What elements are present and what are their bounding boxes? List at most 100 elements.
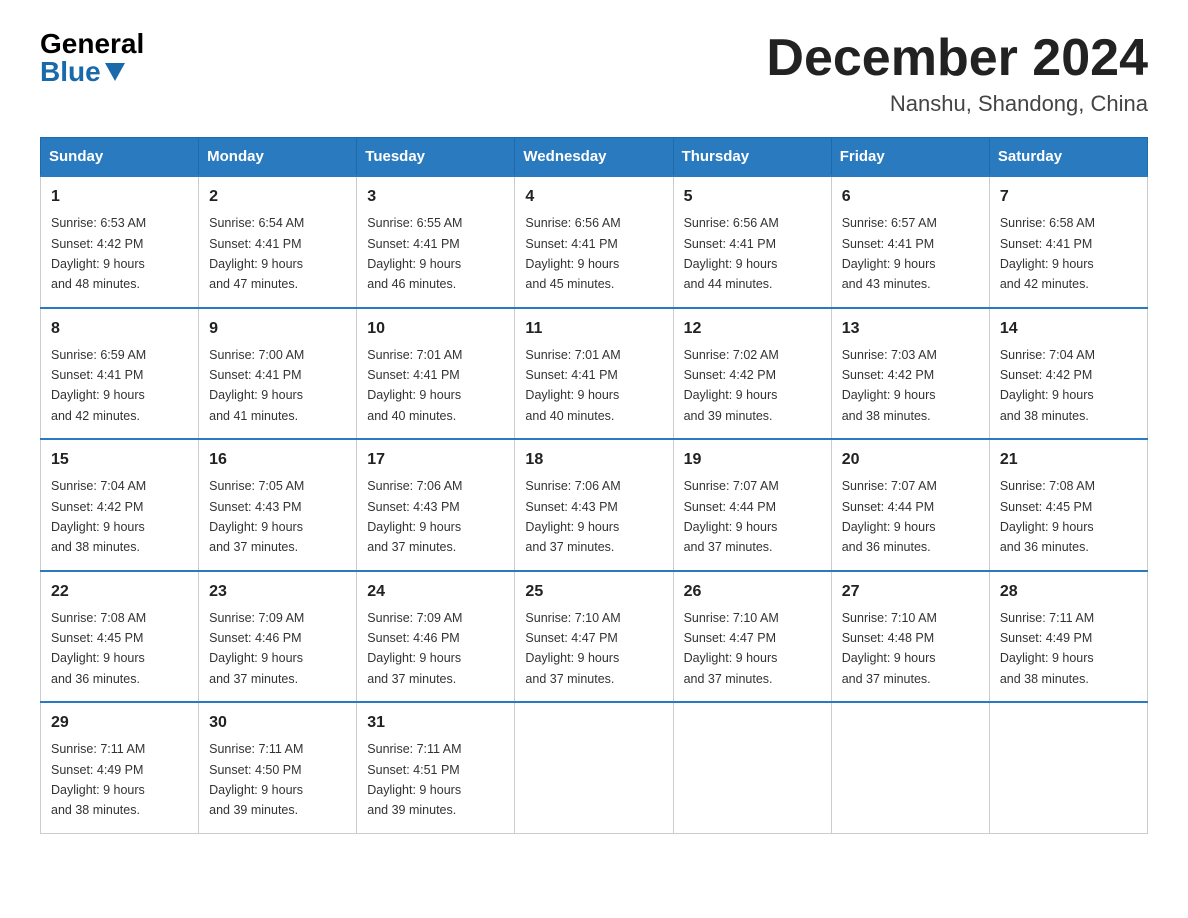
day-number: 21 <box>1000 448 1137 472</box>
day-number: 19 <box>684 448 821 472</box>
day-info: Sunrise: 6:55 AMSunset: 4:41 PMDaylight:… <box>367 216 462 291</box>
weekday-header-row: Sunday Monday Tuesday Wednesday Thursday… <box>41 138 1148 177</box>
table-row: 6 Sunrise: 6:57 AMSunset: 4:41 PMDayligh… <box>831 176 989 308</box>
day-number: 11 <box>525 317 662 341</box>
day-info: Sunrise: 7:06 AMSunset: 4:43 PMDaylight:… <box>367 479 462 554</box>
day-number: 13 <box>842 317 979 341</box>
day-info: Sunrise: 7:10 AMSunset: 4:47 PMDaylight:… <box>684 611 779 686</box>
day-info: Sunrise: 7:09 AMSunset: 4:46 PMDaylight:… <box>367 611 462 686</box>
day-info: Sunrise: 7:11 AMSunset: 4:49 PMDaylight:… <box>51 742 145 817</box>
day-info: Sunrise: 7:04 AMSunset: 4:42 PMDaylight:… <box>51 479 146 554</box>
day-number: 17 <box>367 448 504 472</box>
day-number: 25 <box>525 580 662 604</box>
day-number: 15 <box>51 448 188 472</box>
header-tuesday: Tuesday <box>357 138 515 177</box>
table-row: 11 Sunrise: 7:01 AMSunset: 4:41 PMDaylig… <box>515 308 673 440</box>
day-number: 23 <box>209 580 346 604</box>
day-number: 26 <box>684 580 821 604</box>
table-row: 9 Sunrise: 7:00 AMSunset: 4:41 PMDayligh… <box>199 308 357 440</box>
day-number: 29 <box>51 711 188 735</box>
day-info: Sunrise: 7:06 AMSunset: 4:43 PMDaylight:… <box>525 479 620 554</box>
day-number: 12 <box>684 317 821 341</box>
day-number: 1 <box>51 185 188 209</box>
table-row: 4 Sunrise: 6:56 AMSunset: 4:41 PMDayligh… <box>515 176 673 308</box>
table-row: 18 Sunrise: 7:06 AMSunset: 4:43 PMDaylig… <box>515 439 673 571</box>
table-row: 14 Sunrise: 7:04 AMSunset: 4:42 PMDaylig… <box>989 308 1147 440</box>
day-info: Sunrise: 6:57 AMSunset: 4:41 PMDaylight:… <box>842 216 937 291</box>
day-number: 27 <box>842 580 979 604</box>
table-row: 27 Sunrise: 7:10 AMSunset: 4:48 PMDaylig… <box>831 571 989 703</box>
location-subtitle: Nanshu, Shandong, China <box>766 91 1148 117</box>
header-thursday: Thursday <box>673 138 831 177</box>
table-row: 3 Sunrise: 6:55 AMSunset: 4:41 PMDayligh… <box>357 176 515 308</box>
day-info: Sunrise: 7:03 AMSunset: 4:42 PMDaylight:… <box>842 348 937 423</box>
table-row: 26 Sunrise: 7:10 AMSunset: 4:47 PMDaylig… <box>673 571 831 703</box>
table-row: 10 Sunrise: 7:01 AMSunset: 4:41 PMDaylig… <box>357 308 515 440</box>
day-number: 31 <box>367 711 504 735</box>
table-row <box>831 702 989 833</box>
day-info: Sunrise: 7:07 AMSunset: 4:44 PMDaylight:… <box>842 479 937 554</box>
table-row: 2 Sunrise: 6:54 AMSunset: 4:41 PMDayligh… <box>199 176 357 308</box>
table-row: 24 Sunrise: 7:09 AMSunset: 4:46 PMDaylig… <box>357 571 515 703</box>
table-row <box>673 702 831 833</box>
table-row: 22 Sunrise: 7:08 AMSunset: 4:45 PMDaylig… <box>41 571 199 703</box>
day-number: 10 <box>367 317 504 341</box>
calendar-week-row: 22 Sunrise: 7:08 AMSunset: 4:45 PMDaylig… <box>41 571 1148 703</box>
day-number: 5 <box>684 185 821 209</box>
table-row: 16 Sunrise: 7:05 AMSunset: 4:43 PMDaylig… <box>199 439 357 571</box>
logo: General Blue <box>40 30 144 86</box>
table-row: 31 Sunrise: 7:11 AMSunset: 4:51 PMDaylig… <box>357 702 515 833</box>
day-info: Sunrise: 7:05 AMSunset: 4:43 PMDaylight:… <box>209 479 304 554</box>
day-number: 16 <box>209 448 346 472</box>
table-row: 19 Sunrise: 7:07 AMSunset: 4:44 PMDaylig… <box>673 439 831 571</box>
header-sunday: Sunday <box>41 138 199 177</box>
table-row: 1 Sunrise: 6:53 AMSunset: 4:42 PMDayligh… <box>41 176 199 308</box>
day-info: Sunrise: 7:09 AMSunset: 4:46 PMDaylight:… <box>209 611 304 686</box>
day-info: Sunrise: 6:59 AMSunset: 4:41 PMDaylight:… <box>51 348 146 423</box>
day-number: 7 <box>1000 185 1137 209</box>
header-friday: Friday <box>831 138 989 177</box>
day-number: 28 <box>1000 580 1137 604</box>
title-block: December 2024 Nanshu, Shandong, China <box>766 30 1148 117</box>
logo-triangle-icon <box>105 63 125 81</box>
table-row: 28 Sunrise: 7:11 AMSunset: 4:49 PMDaylig… <box>989 571 1147 703</box>
day-info: Sunrise: 6:58 AMSunset: 4:41 PMDaylight:… <box>1000 216 1095 291</box>
day-number: 4 <box>525 185 662 209</box>
calendar-week-row: 15 Sunrise: 7:04 AMSunset: 4:42 PMDaylig… <box>41 439 1148 571</box>
day-info: Sunrise: 7:08 AMSunset: 4:45 PMDaylight:… <box>51 611 146 686</box>
day-number: 3 <box>367 185 504 209</box>
day-info: Sunrise: 7:01 AMSunset: 4:41 PMDaylight:… <box>367 348 462 423</box>
day-number: 6 <box>842 185 979 209</box>
logo-blue-text: Blue <box>40 58 125 86</box>
day-info: Sunrise: 7:10 AMSunset: 4:48 PMDaylight:… <box>842 611 937 686</box>
header-wednesday: Wednesday <box>515 138 673 177</box>
day-info: Sunrise: 7:08 AMSunset: 4:45 PMDaylight:… <box>1000 479 1095 554</box>
day-number: 30 <box>209 711 346 735</box>
day-number: 20 <box>842 448 979 472</box>
day-info: Sunrise: 7:00 AMSunset: 4:41 PMDaylight:… <box>209 348 304 423</box>
table-row <box>989 702 1147 833</box>
day-info: Sunrise: 7:11 AMSunset: 4:49 PMDaylight:… <box>1000 611 1094 686</box>
day-number: 24 <box>367 580 504 604</box>
table-row: 30 Sunrise: 7:11 AMSunset: 4:50 PMDaylig… <box>199 702 357 833</box>
table-row: 17 Sunrise: 7:06 AMSunset: 4:43 PMDaylig… <box>357 439 515 571</box>
calendar-week-row: 1 Sunrise: 6:53 AMSunset: 4:42 PMDayligh… <box>41 176 1148 308</box>
header-saturday: Saturday <box>989 138 1147 177</box>
table-row: 7 Sunrise: 6:58 AMSunset: 4:41 PMDayligh… <box>989 176 1147 308</box>
day-info: Sunrise: 6:56 AMSunset: 4:41 PMDaylight:… <box>684 216 779 291</box>
day-number: 18 <box>525 448 662 472</box>
day-number: 22 <box>51 580 188 604</box>
table-row: 20 Sunrise: 7:07 AMSunset: 4:44 PMDaylig… <box>831 439 989 571</box>
table-row: 23 Sunrise: 7:09 AMSunset: 4:46 PMDaylig… <box>199 571 357 703</box>
day-info: Sunrise: 7:01 AMSunset: 4:41 PMDaylight:… <box>525 348 620 423</box>
day-info: Sunrise: 7:11 AMSunset: 4:50 PMDaylight:… <box>209 742 303 817</box>
table-row: 5 Sunrise: 6:56 AMSunset: 4:41 PMDayligh… <box>673 176 831 308</box>
table-row: 29 Sunrise: 7:11 AMSunset: 4:49 PMDaylig… <box>41 702 199 833</box>
table-row: 21 Sunrise: 7:08 AMSunset: 4:45 PMDaylig… <box>989 439 1147 571</box>
table-row: 12 Sunrise: 7:02 AMSunset: 4:42 PMDaylig… <box>673 308 831 440</box>
table-row: 25 Sunrise: 7:10 AMSunset: 4:47 PMDaylig… <box>515 571 673 703</box>
table-row: 15 Sunrise: 7:04 AMSunset: 4:42 PMDaylig… <box>41 439 199 571</box>
day-info: Sunrise: 7:04 AMSunset: 4:42 PMDaylight:… <box>1000 348 1095 423</box>
day-info: Sunrise: 7:07 AMSunset: 4:44 PMDaylight:… <box>684 479 779 554</box>
table-row <box>515 702 673 833</box>
